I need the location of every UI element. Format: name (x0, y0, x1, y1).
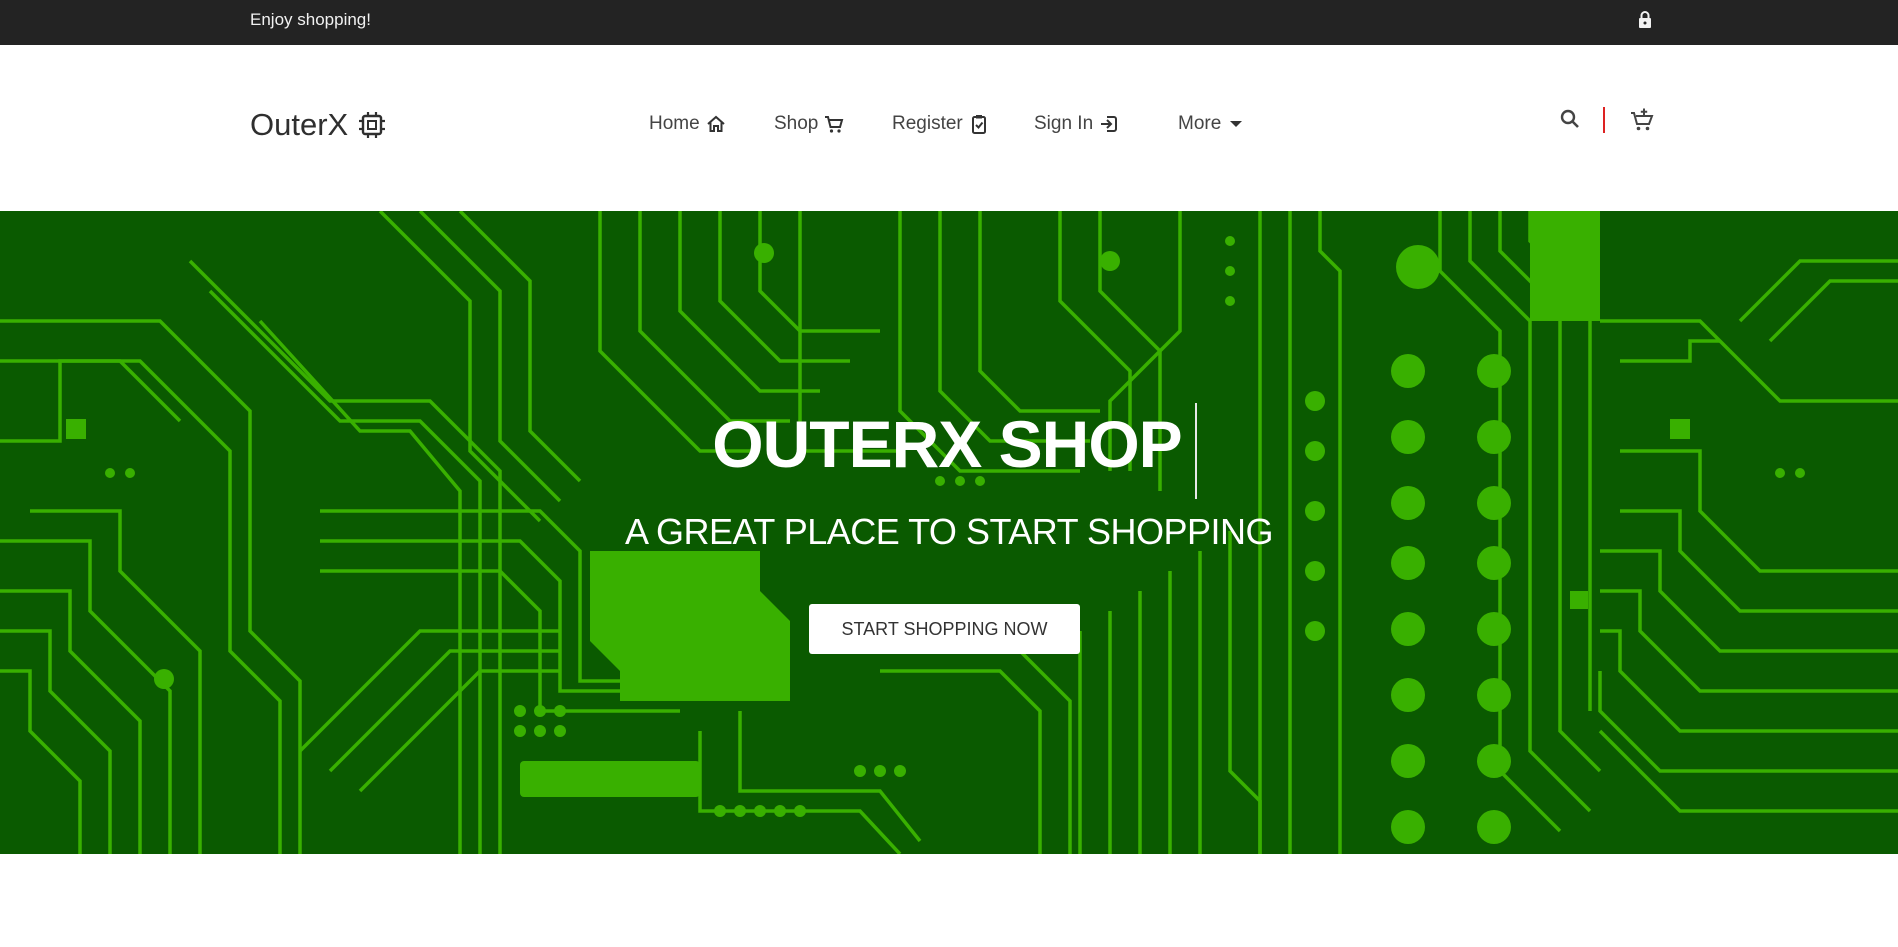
nav-sign-in-label: Sign In (1034, 113, 1094, 134)
nav-shop-label: Shop (774, 113, 819, 134)
home-icon (707, 115, 725, 132)
search-icon[interactable] (1559, 108, 1581, 130)
nav-home[interactable]: Home (649, 113, 726, 135)
main-navbar: OuterX Home Shop Register Sign In More (0, 45, 1898, 211)
hero-title: OUTERX SHOP (712, 407, 1182, 481)
nav-sign-in[interactable]: Sign In (1034, 113, 1119, 135)
nav-more-dropdown[interactable]: More (1178, 113, 1243, 135)
cart-plus-icon[interactable] (1629, 107, 1655, 133)
nav-shop[interactable]: Shop (774, 113, 844, 135)
lock-icon[interactable] (1637, 10, 1653, 28)
text-cursor (1195, 403, 1197, 499)
caret-down-icon (1230, 121, 1243, 127)
nav-register[interactable]: Register (892, 113, 989, 135)
hero-subtitle: A GREAT PLACE TO START SHOPPING (624, 511, 1274, 552)
promo-text: Enjoy shopping! (250, 10, 371, 29)
cart-icon (825, 116, 844, 133)
hero-banner: OUTERX SHOP A GREAT PLACE TO START SHOPP… (0, 211, 1898, 854)
nav-register-label: Register (892, 113, 963, 134)
start-shopping-button[interactable]: START SHOPPING NOW (809, 604, 1080, 654)
top-bar: Enjoy shopping! (0, 0, 1898, 45)
nav-home-label: Home (649, 113, 700, 134)
nav-more-label: More (1178, 113, 1222, 134)
sign-in-icon (1101, 116, 1118, 132)
header-divider (1603, 107, 1605, 133)
main-nav: Home Shop Register Sign In More (0, 113, 1898, 143)
clipboard-check-icon (971, 115, 986, 134)
